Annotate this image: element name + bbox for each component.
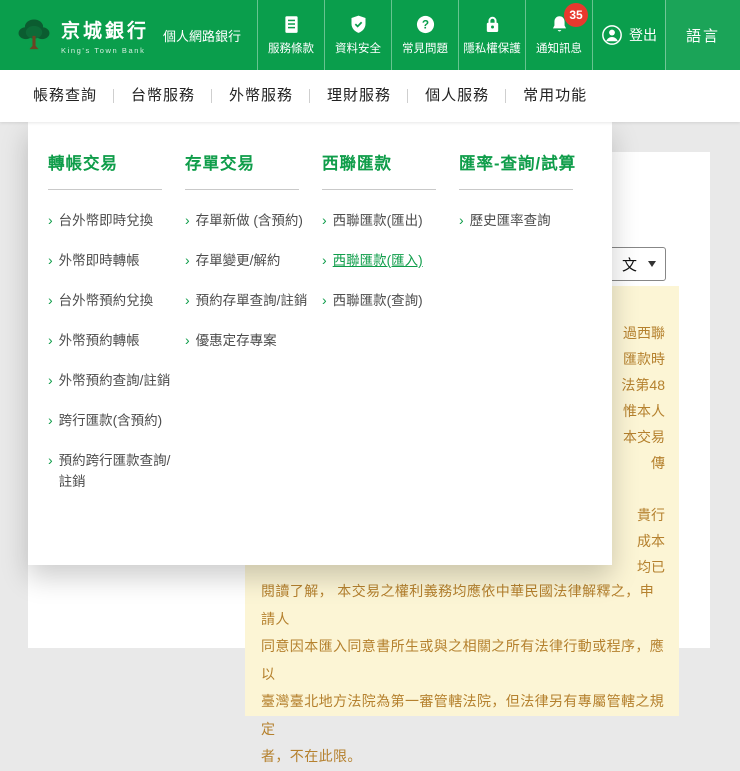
faq-button[interactable]: ? 常見問題 bbox=[391, 0, 458, 70]
nav-item-1[interactable]: 帳務查詢 bbox=[16, 70, 115, 122]
divider bbox=[185, 189, 299, 190]
menu-item[interactable]: › 台外幣預約兌換 bbox=[48, 290, 185, 311]
menu-item[interactable]: › 台外幣即時兌換 bbox=[48, 210, 185, 231]
divider bbox=[459, 189, 573, 190]
menu-column-title: 存單交易 bbox=[185, 155, 255, 173]
bank-logo[interactable]: 京城銀行 King's Town Bank bbox=[0, 0, 159, 70]
menu-item[interactable]: › 預約存單查詢/註銷 bbox=[185, 290, 322, 311]
app-header: 京城銀行 King's Town Bank 個人網路銀行 服務條款 資料安全 ?… bbox=[0, 0, 740, 70]
notice-line: 同意因本匯入同意書所生或與之相關之所有法律行動或程序，應以 bbox=[261, 638, 665, 682]
menu-column-title: 轉帳交易 bbox=[48, 155, 118, 173]
menu-item-label: 優惠定存專案 bbox=[195, 333, 277, 348]
menu-item-label: 台外幣預約兌換 bbox=[58, 293, 154, 308]
logout-label: 登出 bbox=[629, 27, 658, 43]
menu-item-label: 西聯匯款(匯入) bbox=[332, 253, 423, 268]
chevron-right-icon: › bbox=[48, 292, 53, 308]
nav-item-6[interactable]: 常用功能 bbox=[506, 70, 604, 122]
data-security-label: 資料安全 bbox=[335, 43, 382, 55]
privacy-label: 隱私權保護 bbox=[463, 43, 521, 55]
language-select-value: 文 bbox=[621, 256, 637, 274]
chevron-right-icon: › bbox=[48, 372, 53, 388]
nav-item-4[interactable]: 理財服務 bbox=[310, 70, 409, 122]
bank-name: 京城銀行 bbox=[61, 20, 150, 42]
chevron-right-icon: › bbox=[322, 212, 327, 228]
menu-item[interactable]: › 西聯匯款(匯入) bbox=[322, 250, 459, 271]
menu-item[interactable]: › 外幣預約轉帳 bbox=[48, 330, 185, 351]
notification-badge: 35 bbox=[564, 3, 589, 27]
language-button[interactable]: 語言 bbox=[665, 0, 740, 70]
menu-item-label: 存單變更/解約 bbox=[195, 253, 281, 268]
notice-line: 者，不在此限。 bbox=[261, 748, 362, 764]
chevron-right-icon: › bbox=[48, 452, 53, 468]
menu-item-label: 預約跨行匯款查詢/註銷 bbox=[58, 453, 171, 489]
menu-item[interactable]: › 存單新做 (含預約) bbox=[185, 210, 322, 231]
menu-item-label: 預約存單查詢/註銷 bbox=[195, 293, 308, 308]
menu-item-label: 外幣預約轉帳 bbox=[58, 333, 140, 348]
main-nav: 帳務查詢 台幣服務 外幣服務 理財服務 個人服務 常用功能 bbox=[0, 70, 740, 122]
menu-item-label: 西聯匯款(查詢) bbox=[332, 293, 423, 308]
document-icon bbox=[284, 16, 298, 33]
chevron-right-icon: › bbox=[322, 252, 327, 268]
menu-item-label: 外幣即時轉帳 bbox=[58, 253, 140, 268]
menu-item-label: 歷史匯率查詢 bbox=[469, 213, 551, 228]
menu-item[interactable]: › 外幣預約查詢/註銷 bbox=[48, 370, 185, 391]
tree-logo-icon bbox=[18, 19, 50, 50]
menu-column-title: 西聯匯款 bbox=[322, 155, 392, 173]
bank-name-en: King's Town Bank bbox=[61, 45, 146, 55]
privacy-button[interactable]: 隱私權保護 bbox=[458, 0, 525, 70]
mega-menu: 轉帳交易 › 台外幣即時兌換 › 外幣即時轉帳 › 台外幣預約兌換 › 外幣預約轉帳 › 外幣預約查… bbox=[28, 122, 612, 565]
notice-line: 臺灣臺北地方法院為第一審管轄法院，但法律另有專屬管轄之規定 bbox=[261, 693, 665, 737]
chevron-right-icon: › bbox=[322, 292, 327, 308]
menu-item[interactable]: › 跨行匯款(含預約) bbox=[48, 410, 185, 431]
menu-item[interactable]: › 存單變更/解約 bbox=[185, 250, 322, 271]
chevron-right-icon: › bbox=[185, 292, 190, 308]
chevron-right-icon: › bbox=[459, 212, 464, 228]
nav-item-5[interactable]: 個人服務 bbox=[408, 70, 507, 122]
menu-item-label: 存單新做 (含預約) bbox=[195, 213, 303, 228]
chevron-right-icon: › bbox=[48, 252, 53, 268]
chevron-right-icon: › bbox=[48, 212, 53, 228]
menu-column-3: 西聯匯款 › 西聯匯款(匯出) › 西聯匯款(匯入) › 西聯匯款(查詢) bbox=[322, 150, 459, 565]
nav-item-2[interactable]: 台幣服務 bbox=[114, 70, 213, 122]
menu-item[interactable]: › 優惠定存專案 bbox=[185, 330, 322, 351]
menu-item-label: 西聯匯款(匯出) bbox=[332, 213, 423, 228]
chevron-right-icon: › bbox=[185, 212, 190, 228]
menu-item[interactable]: › 外幣即時轉帳 bbox=[48, 250, 185, 271]
shield-icon bbox=[351, 15, 366, 33]
logout-button[interactable]: 登出 bbox=[592, 0, 665, 70]
terms-label: 服務條款 bbox=[268, 43, 315, 55]
menu-column-title: 匯率-查詢/試算 bbox=[459, 155, 577, 173]
menu-item-label: 台外幣即時兌換 bbox=[58, 213, 154, 228]
menu-item[interactable]: › 西聯匯款(匯出) bbox=[322, 210, 459, 231]
menu-item-label: 外幣預約查詢/註銷 bbox=[58, 373, 171, 388]
divider bbox=[48, 189, 162, 190]
notifications-button[interactable]: 35 通知訊息 bbox=[525, 0, 592, 70]
terms-button[interactable]: 服務條款 bbox=[257, 0, 324, 70]
menu-column-1: 轉帳交易 › 台外幣即時兌換 › 外幣即時轉帳 › 台外幣預約兌換 › 外幣預約轉帳 › 外幣預約查… bbox=[48, 150, 185, 565]
nav-item-3[interactable]: 外幣服務 bbox=[212, 70, 311, 122]
lock-icon bbox=[486, 16, 498, 32]
notice-paragraph: 閱讀了解， 本交易之權利義務均應依中華民國法律解釋之，申請人 同意因本匯入同意書所… bbox=[261, 578, 665, 771]
menu-column-2: 存單交易 › 存單新做 (含預約) › 存單變更/解約 › 預約存單查詢/註銷 › 優惠定存專案 bbox=[185, 150, 322, 565]
chevron-right-icon: › bbox=[48, 412, 53, 428]
chevron-right-icon: › bbox=[185, 332, 190, 348]
product-title: 個人網路銀行 bbox=[163, 28, 242, 44]
menu-item-label: 跨行匯款(含預約) bbox=[58, 413, 163, 428]
question-icon: ? bbox=[416, 15, 434, 34]
notice-line: 閱讀了解， 本交易之權利義務均應依中華民國法律解釋之，申請人 bbox=[261, 583, 655, 627]
menu-item[interactable]: › 歷史匯率查詢 bbox=[459, 210, 596, 231]
faq-label: 常見問題 bbox=[402, 43, 449, 55]
divider bbox=[322, 189, 436, 190]
notifications-label: 通知訊息 bbox=[536, 43, 583, 55]
chevron-right-icon: › bbox=[48, 332, 53, 348]
chevron-right-icon: › bbox=[185, 252, 190, 268]
menu-column-4: 匯率-查詢/試算 › 歷史匯率查詢 bbox=[459, 150, 596, 565]
user-icon bbox=[602, 25, 622, 45]
svg-text:?: ? bbox=[421, 18, 428, 32]
chevron-down-icon bbox=[648, 261, 656, 267]
menu-item[interactable]: › 預約跨行匯款查詢/註銷 bbox=[48, 450, 185, 492]
menu-item[interactable]: › 西聯匯款(查詢) bbox=[322, 290, 459, 311]
data-security-button[interactable]: 資料安全 bbox=[324, 0, 391, 70]
